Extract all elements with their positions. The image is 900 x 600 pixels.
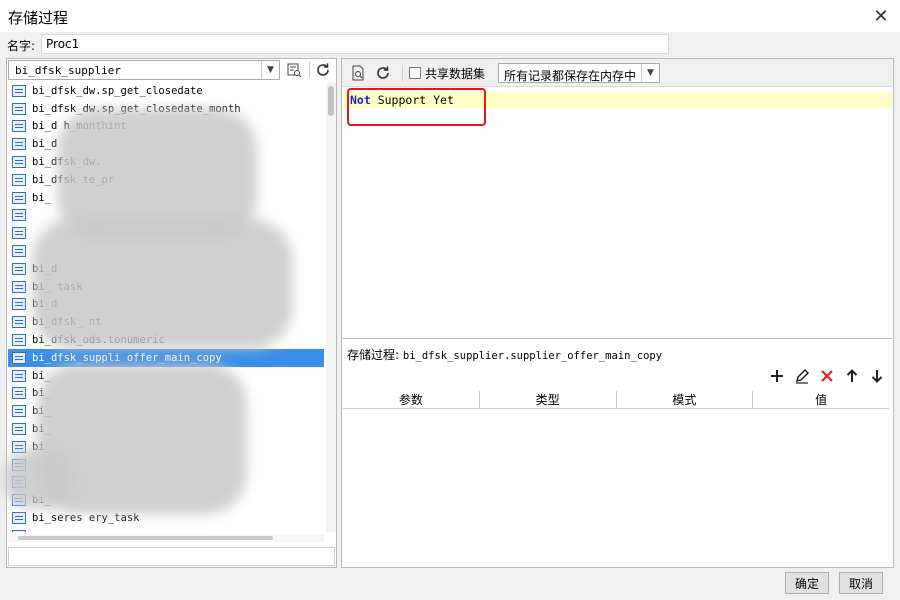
procedure-path-label: 存储过程:: [347, 348, 400, 362]
parameter-table-header: 参数 类型 模式 值: [343, 391, 889, 409]
name-row: 名字:: [0, 32, 900, 56]
delete-icon[interactable]: [814, 365, 839, 387]
column-header-mode[interactable]: 模式: [617, 391, 754, 408]
memory-mode-select[interactable]: 所有记录都保存在内存中 ▼: [498, 63, 660, 83]
list-item[interactable]: bi_dfsk_dw.sp_get_closedate: [8, 82, 324, 100]
procedure-icon: [12, 138, 26, 151]
procedure-icon: [12, 529, 26, 532]
list-item[interactable]: [8, 527, 324, 532]
schema-select[interactable]: bi_dfsk_supplier ▼: [8, 60, 280, 80]
memory-mode-value: 所有记录都保存在内存中: [504, 69, 637, 83]
column-header-value[interactable]: 值: [753, 391, 889, 408]
procedure-icon: [12, 209, 26, 222]
procedure-icon: [12, 245, 26, 258]
refresh-icon[interactable]: [372, 63, 394, 83]
highlight-annotation: [347, 88, 486, 126]
window-title: 存储过程: [8, 9, 69, 27]
procedure-icon: [12, 173, 26, 186]
name-input[interactable]: [41, 34, 669, 54]
list-item-label: bi_dfsk_suppli offer_main_copy: [32, 351, 222, 364]
procedure-icon: [12, 156, 26, 169]
procedure-icon: [12, 405, 26, 418]
procedure-icon: [12, 262, 26, 275]
move-up-icon[interactable]: [839, 365, 864, 387]
list-item-label: bi_d: [32, 138, 58, 151]
procedure-list-panel: bi_dfsk_supplier ▼ bi_dfsk_dw.sp_get_clo…: [3, 58, 337, 568]
procedure-icon: [12, 351, 26, 364]
procedure-icon: [12, 120, 26, 133]
ok-button[interactable]: 确定: [785, 572, 829, 594]
filter-input[interactable]: [8, 547, 335, 566]
title-bar: 存储过程 ✕: [0, 0, 900, 32]
procedure-icon: [12, 280, 26, 293]
procedure-icon: [12, 298, 26, 311]
toolbar-divider: [402, 65, 403, 81]
cancel-button[interactable]: 取消: [839, 572, 883, 594]
close-icon[interactable]: ✕: [868, 3, 894, 29]
procedure-icon: [12, 512, 26, 525]
procedure-icon: [12, 191, 26, 204]
column-header-param[interactable]: 参数: [343, 391, 480, 408]
search-database-icon[interactable]: [283, 60, 305, 80]
chevron-down-icon[interactable]: ▼: [261, 61, 279, 79]
share-dataset-checkbox[interactable]: [409, 67, 421, 79]
preview-icon[interactable]: [347, 63, 369, 83]
procedure-icon: [12, 227, 26, 240]
sql-editor[interactable]: Not Support Yet: [343, 88, 892, 339]
list-item-label: bi_: [32, 191, 51, 204]
column-header-type[interactable]: 类型: [480, 391, 617, 408]
procedure-path-value: bi_dfsk_supplier.supplier_offer_main_cop…: [402, 350, 663, 362]
redaction-blur: [32, 219, 292, 349]
refresh-icon[interactable]: [312, 60, 334, 80]
scroll-thumb[interactable]: [18, 536, 273, 540]
detail-toolbar: 共享数据集 所有记录都保存在内存中 ▼: [342, 59, 893, 87]
vertical-scrollbar[interactable]: [326, 82, 336, 532]
procedure-path: 存储过程: bi_dfsk_supplier.supplier_offer_ma…: [347, 346, 662, 363]
chevron-down-icon[interactable]: ▼: [641, 64, 659, 82]
procedure-icon: [12, 423, 26, 436]
toolbar-divider: [309, 62, 310, 78]
procedure-icon: [12, 316, 26, 329]
schema-select-value: bi_dfsk_supplier: [15, 64, 121, 77]
procedure-icon: [12, 102, 26, 115]
scroll-thumb[interactable]: [328, 86, 334, 116]
name-label: 名字:: [7, 39, 36, 53]
share-dataset-label: 共享数据集: [425, 67, 486, 81]
procedure-icon: [12, 84, 26, 97]
add-icon[interactable]: [764, 365, 789, 387]
move-down-icon[interactable]: [864, 365, 889, 387]
edit-icon[interactable]: [789, 365, 814, 387]
procedure-icon: [12, 369, 26, 382]
procedure-detail-panel: 共享数据集 所有记录都保存在内存中 ▼ Not Support Yet 存储过程…: [341, 58, 894, 568]
parameter-toolbar: [764, 365, 889, 387]
procedure-icon: [12, 387, 26, 400]
list-item-label: bi_dfsk_dw.sp_get_closedate: [32, 84, 203, 97]
redaction-blur: [3, 449, 73, 509]
procedure-icon: [12, 334, 26, 347]
horizontal-scrollbar[interactable]: [8, 534, 324, 542]
